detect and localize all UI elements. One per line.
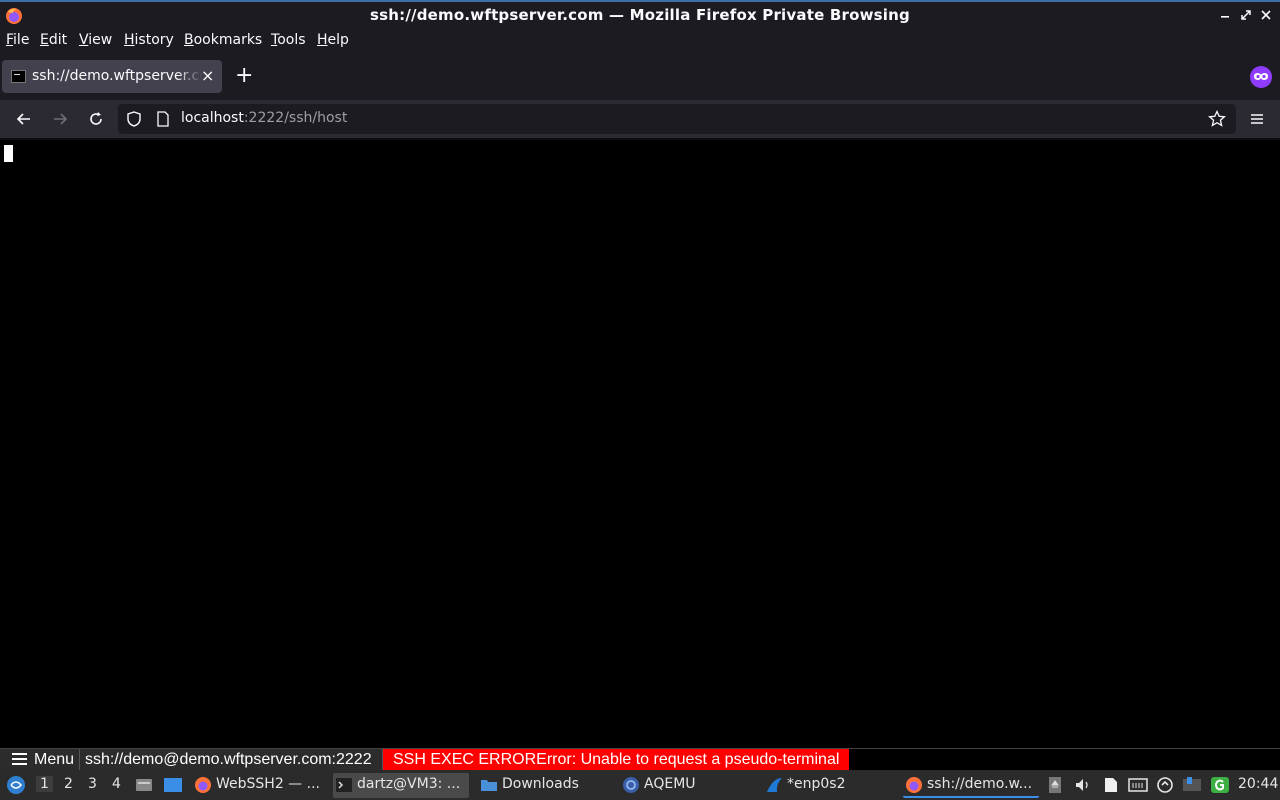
workspace-3[interactable]: 3 <box>88 776 97 792</box>
hamburger-icon <box>12 752 27 771</box>
reload-icon[interactable] <box>86 109 106 129</box>
url-text[interactable]: localhost:2222/ssh/host <box>181 110 347 126</box>
menu-history[interactable]: History <box>124 32 174 48</box>
show-desktop-icon[interactable] <box>163 776 182 794</box>
task-downloads[interactable]: Downloads <box>478 773 608 798</box>
task-webssh2[interactable]: WebSSH2 — ... <box>192 773 326 798</box>
eject-icon[interactable] <box>1047 776 1065 794</box>
window-titlebar: ssh://demo.wftpserver.com — Mozilla Fire… <box>0 0 1280 29</box>
menu-bookmarks[interactable]: Bookmarks <box>184 32 262 48</box>
page-info-icon[interactable] <box>156 111 170 131</box>
terminal-favicon-icon <box>11 70 26 83</box>
url-path: :2222/ssh/host <box>243 110 348 126</box>
terminal-icon <box>336 778 352 792</box>
aqemu-icon <box>623 777 639 793</box>
url-host: localhost <box>181 110 244 126</box>
network-icon[interactable] <box>1128 776 1148 794</box>
menu-bar: File Edit View History Bookmarks Tools H… <box>0 29 1280 54</box>
back-icon[interactable] <box>14 109 34 129</box>
tab-label: ssh://demo.wftpserver.com <box>32 68 202 84</box>
update-icon[interactable] <box>1156 776 1174 794</box>
tab-ssh[interactable]: ssh://demo.wftpserver.com × <box>2 60 222 93</box>
task-aqemu[interactable]: AQEMU <box>620 773 750 798</box>
minimize-icon[interactable] <box>1218 8 1232 22</box>
wireshark-icon <box>767 778 782 792</box>
volume-icon[interactable] <box>1074 776 1092 794</box>
menu-view[interactable]: View <box>79 32 112 48</box>
error-status: SSH EXEC ERRORError: Unable to request a… <box>383 749 849 770</box>
terminal-cursor <box>4 145 13 162</box>
workspace-4[interactable]: 4 <box>112 776 121 792</box>
menu-edit[interactable]: Edit <box>40 32 67 48</box>
task-firefox-ssh[interactable]: ssh://demo.w... <box>903 773 1039 798</box>
forward-icon[interactable] <box>50 109 70 129</box>
file-manager-launcher-icon[interactable] <box>135 776 153 794</box>
workspace-2[interactable]: 2 <box>64 776 73 792</box>
navigation-toolbar: localhost:2222/ssh/host <box>0 100 1280 138</box>
menu-help[interactable]: Help <box>317 32 349 48</box>
notification-icon[interactable] <box>1182 776 1201 794</box>
webssh-menu-label: Menu <box>34 751 75 768</box>
webssh-status-bar: Menu ssh://demo@demo.wftpserver.com:2222… <box>0 748 1280 770</box>
close-window-icon[interactable] <box>1259 8 1273 22</box>
tab-strip: ssh://demo.wftpserver.com × + <box>0 54 1280 100</box>
app-menu-icon[interactable] <box>1247 109 1267 129</box>
webssh-menu-button[interactable]: Menu <box>0 749 80 770</box>
taskbar: 1 2 3 4 WebSSH2 — ... dartz@VM3: ... Dow… <box>0 770 1280 800</box>
task-wireshark[interactable]: *enp0s2 <box>763 773 893 798</box>
private-browsing-icon <box>1250 66 1272 88</box>
clock: 20:44 <box>1238 776 1279 792</box>
start-menu-icon[interactable] <box>6 775 25 794</box>
url-bar[interactable]: localhost:2222/ssh/host <box>118 104 1236 134</box>
window-title: ssh://demo.wftpserver.com — Mozilla Fire… <box>370 6 910 24</box>
menu-file[interactable]: File <box>6 32 29 48</box>
clipboard-icon[interactable] <box>1102 776 1120 794</box>
folder-icon <box>481 780 497 791</box>
firefox-icon <box>906 777 922 793</box>
bookmark-star-icon[interactable] <box>1208 109 1226 132</box>
connection-host: ssh://demo@demo.wftpserver.com:2222 <box>80 749 383 770</box>
maximize-icon[interactable] <box>1239 8 1253 22</box>
greenshot-icon[interactable] <box>1210 776 1229 794</box>
close-tab-icon[interactable]: × <box>201 66 214 85</box>
firefox-icon <box>195 777 211 793</box>
new-tab-button[interactable]: + <box>235 65 253 87</box>
task-terminal[interactable]: dartz@VM3: ... <box>333 773 469 798</box>
shield-icon[interactable] <box>126 111 142 131</box>
menu-tools[interactable]: Tools <box>271 32 306 48</box>
terminal-area[interactable] <box>0 140 1280 748</box>
workspace-1[interactable]: 1 <box>36 776 53 792</box>
